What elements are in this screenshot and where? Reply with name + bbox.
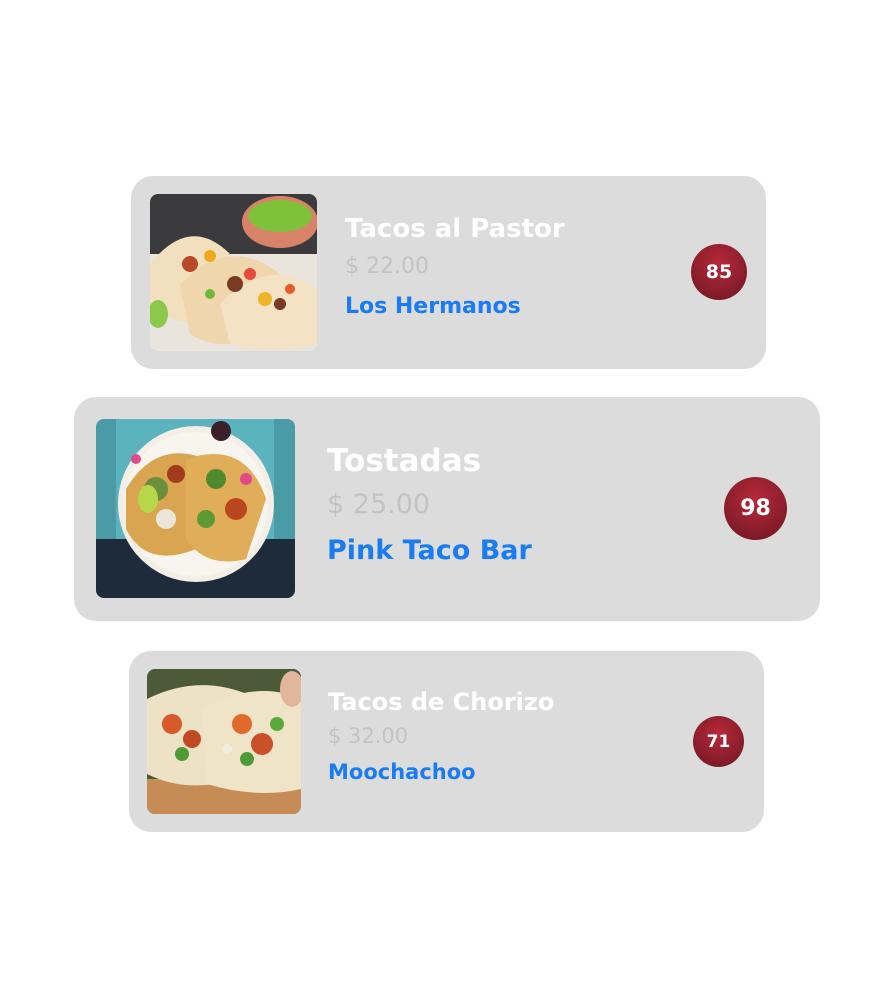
score-badge: 85 xyxy=(691,244,747,300)
restaurant-link[interactable]: Pink Taco Bar xyxy=(327,533,532,569)
food-name: Tacos al Pastor xyxy=(345,214,565,244)
food-info: Tacos de Chorizo $ 32.00 Moochachoo xyxy=(328,686,554,786)
food-photo-tostadas xyxy=(96,419,295,598)
food-name: Tostadas xyxy=(327,443,482,479)
restaurant-link[interactable]: Los Hermanos xyxy=(345,292,565,322)
food-card[interactable]: Tostadas $ 25.00 Pink Taco Bar 98 xyxy=(74,397,820,621)
food-info: Tacos al Pastor $ 22.00 Los Hermanos xyxy=(345,212,565,322)
food-card[interactable]: Tacos de Chorizo $ 32.00 Moochachoo 71 xyxy=(129,651,764,832)
food-card[interactable]: Tacos al Pastor $ 22.00 Los Hermanos 85 xyxy=(131,176,766,369)
score-badge: 98 xyxy=(724,477,787,540)
food-price: $ 25.00 xyxy=(327,489,431,520)
food-price: $ 32.00 xyxy=(328,724,409,748)
food-info: Tostadas $ 25.00 Pink Taco Bar xyxy=(327,441,532,569)
food-photo-tacos-de-chorizo xyxy=(147,669,301,814)
food-name: Tacos de Chorizo xyxy=(328,688,555,716)
food-photo-tacos-al-pastor xyxy=(150,194,317,351)
food-price: $ 22.00 xyxy=(345,254,429,279)
score-badge: 71 xyxy=(693,716,744,767)
restaurant-link[interactable]: Moochachoo xyxy=(328,758,554,786)
